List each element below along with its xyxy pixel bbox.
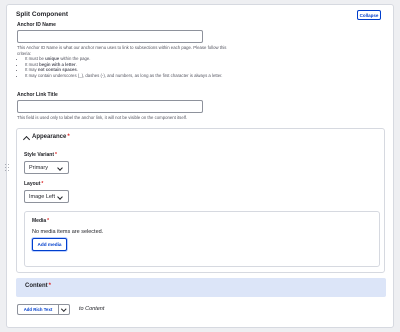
add-rich-text-button[interactable]: Add Rich Text <box>18 305 59 314</box>
media-widget <box>24 211 380 267</box>
anchor-link-label: Anchor Link Title <box>17 92 58 98</box>
add-media-button[interactable]: Add media <box>32 238 67 251</box>
add-options-toggle[interactable] <box>59 305 69 314</box>
anchor-link-input[interactable] <box>17 100 203 113</box>
appearance-toggle[interactable]: Appearance* <box>32 134 70 140</box>
add-rich-text-split-button: Add Rich Text <box>17 304 70 315</box>
anchor-id-help: This Anchor ID Name is what our anchor m… <box>17 45 227 79</box>
style-variant-label: Style Variant* <box>24 152 57 158</box>
anchor-id-rules-list: It must be unique within the page. It mu… <box>17 56 227 78</box>
content-section-header <box>16 278 386 297</box>
anchor-link-help: This field is used only to label the anc… <box>17 115 188 120</box>
collapse-button[interactable]: Collapse <box>357 10 381 20</box>
to-content-label: to Content <box>79 306 105 312</box>
component-title: Split Component <box>16 11 68 18</box>
chevron-down-icon <box>61 306 67 312</box>
anchor-id-help-intro: This Anchor ID Name is what our anchor m… <box>17 45 227 56</box>
media-empty-text: No media items are selected. <box>32 229 104 235</box>
anchor-id-input[interactable] <box>17 30 203 43</box>
rule-item: It may contain underscores (_), dashes (… <box>25 73 227 79</box>
content-title: Content* <box>25 283 52 289</box>
chevron-down-icon <box>57 194 63 200</box>
chevron-down-icon <box>57 165 63 171</box>
layout-label: Layout* <box>24 181 44 187</box>
style-variant-select[interactable]: Primary <box>24 161 69 174</box>
media-label: Media* <box>32 218 50 224</box>
layout-select[interactable]: Image Left <box>24 190 69 203</box>
anchor-id-label: Anchor ID Name <box>17 22 56 28</box>
drag-handle-icon[interactable] <box>5 164 11 174</box>
